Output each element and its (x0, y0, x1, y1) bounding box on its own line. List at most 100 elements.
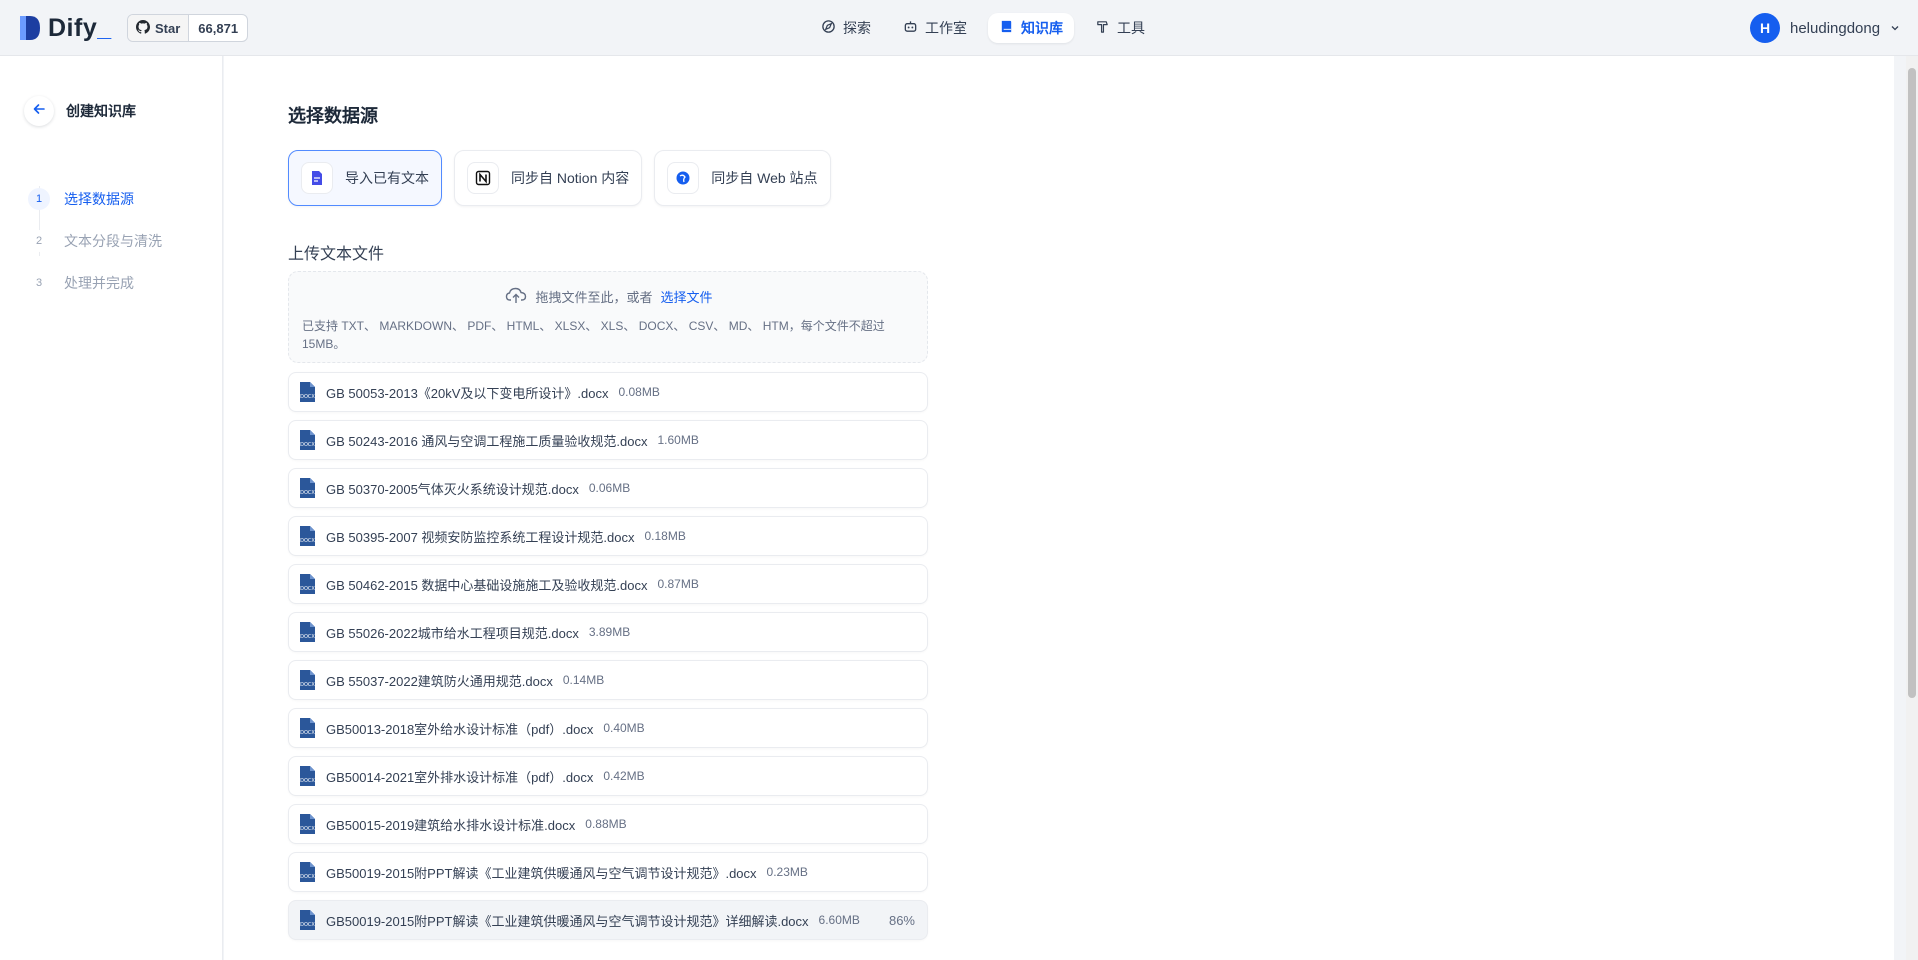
robot-icon (903, 19, 918, 37)
file-name: GB 55037-2022建筑防火通用规范.docx (326, 673, 553, 689)
nav-label: 工作室 (925, 20, 967, 36)
file-name: GB 50053-2013《20kV及以下变电所设计》.docx (326, 385, 609, 401)
file-item[interactable]: DOCX GB50019-2015附PPT解读《工业建筑供暖通风与空气调节设计规范… (288, 900, 928, 940)
source-notion[interactable]: 同步自 Notion 内容 (454, 150, 643, 206)
top-header: Dify_ Star 66,871 探索 工作室 知识库 工具 H heludi… (0, 0, 1918, 56)
file-name: GB50014-2021室外排水设计标准（pdf）.docx (326, 769, 594, 785)
file-size: 0.23MB (766, 865, 808, 879)
select-file-link[interactable]: 选择文件 (661, 287, 713, 306)
nav-knowledge[interactable]: 知识库 (988, 13, 1074, 43)
nav-explore[interactable]: 探索 (810, 13, 882, 43)
file-size: 0.18MB (644, 529, 686, 543)
file-item[interactable]: DOCX GB 55037-2022建筑防火通用规范.docx 0.14MB (288, 660, 928, 700)
svg-text:DOCX: DOCX (300, 586, 315, 592)
nav-label: 知识库 (1021, 20, 1063, 36)
file-list: DOCX GB 50053-2013《20kV及以下变电所设计》.docx 0.08… (288, 372, 928, 948)
github-star-count[interactable]: 66,871 (189, 15, 247, 41)
file-size: 6.60MB (818, 913, 860, 927)
main-content: 选择数据源 导入已有文本 同步自 Notion 内容 同步自 Web 站点 上传… (224, 56, 1894, 960)
hammer-icon (1095, 19, 1110, 37)
file-item[interactable]: DOCX GB 50370-2005气体灭火系统设计规范.docx 0.06MB (288, 468, 928, 508)
file-name: GB 50462-2015 数据中心基础设施施工及验收规范.docx (326, 577, 648, 593)
scrollbar-thumb[interactable] (1908, 68, 1916, 698)
source-label: 同步自 Web 站点 (711, 170, 818, 186)
step-label: 文本分段与清洗 (64, 233, 162, 249)
back-row: 创建知识库 (24, 96, 136, 126)
back-button[interactable] (24, 96, 54, 126)
chevron-down-icon (1890, 20, 1900, 37)
docx-file-icon: DOCX (299, 621, 316, 643)
svg-text:DOCX: DOCX (300, 538, 315, 544)
docx-file-icon: DOCX (299, 381, 316, 403)
svg-text:DOCX: DOCX (300, 682, 315, 688)
sidebar-title: 创建知识库 (66, 103, 136, 119)
file-name: GB 55026-2022城市给水工程项目规范.docx (326, 625, 579, 641)
source-web[interactable]: 同步自 Web 站点 (654, 150, 831, 206)
steps-sidebar: 创建知识库 1 选择数据源 2 文本分段与清洗 3 处理并完成 (0, 56, 223, 960)
file-item[interactable]: DOCX GB 50395-2007 视频安防监控系统工程设计规范.docx 0.1… (288, 516, 928, 556)
file-size: 1.60MB (657, 433, 699, 447)
file-name: GB50013-2018室外给水设计标准（pdf）.docx (326, 721, 594, 737)
svg-text:DOCX: DOCX (300, 394, 315, 400)
document-icon (301, 162, 333, 194)
user-menu[interactable]: H heludingdong (1750, 13, 1900, 43)
svg-text:DOCX: DOCX (300, 826, 315, 832)
file-item[interactable]: DOCX GB50015-2019建筑给水排水设计标准.docx 0.88MB (288, 804, 928, 844)
nav-label: 探索 (843, 20, 871, 36)
docx-file-icon: DOCX (299, 669, 316, 691)
avatar: H (1750, 13, 1780, 43)
nav-studio[interactable]: 工作室 (892, 13, 978, 43)
svg-text:DOCX: DOCX (300, 442, 315, 448)
docx-file-icon: DOCX (299, 717, 316, 739)
file-name: GB 50370-2005气体灭火系统设计规范.docx (326, 481, 579, 497)
svg-text:DOCX: DOCX (300, 634, 315, 640)
page-scrollbar[interactable] (1906, 56, 1918, 960)
file-item[interactable]: DOCX GB 50462-2015 数据中心基础设施施工及验收规范.docx 0.… (288, 564, 928, 604)
nav-tools[interactable]: 工具 (1084, 13, 1156, 43)
step-process: 3 处理并完成 (28, 262, 162, 304)
docx-file-icon: DOCX (299, 909, 316, 931)
notion-icon (467, 162, 499, 194)
upload-progress: 86% (888, 912, 915, 928)
source-import-text[interactable]: 导入已有文本 (288, 150, 442, 206)
file-dropzone[interactable]: 拖拽文件至此，或者 选择文件 已支持 TXT、 MARKDOWN、 PDF、 H… (288, 271, 928, 363)
file-item[interactable]: DOCX GB50013-2018室外给水设计标准（pdf）.docx 0.40MB (288, 708, 928, 748)
file-item[interactable]: DOCX GB50019-2015附PPT解读《工业建筑供暖通风与空气调节设计规范… (288, 852, 928, 892)
file-item[interactable]: DOCX GB50014-2021室外排水设计标准（pdf）.docx 0.42MB (288, 756, 928, 796)
github-star-widget[interactable]: Star 66,871 (127, 14, 249, 42)
step-select-source: 1 选择数据源 (28, 178, 162, 220)
github-icon (136, 19, 150, 37)
upload-cloud-icon (505, 286, 527, 307)
logo-text: Dify_ (48, 13, 112, 42)
svg-text:DOCX: DOCX (300, 874, 315, 880)
file-size: 0.08MB (618, 385, 660, 399)
docx-file-icon: DOCX (299, 525, 316, 547)
file-size: 3.89MB (588, 625, 631, 639)
file-item[interactable]: DOCX GB 55026-2022城市给水工程项目规范.docx 3.89MB (288, 612, 928, 652)
docx-file-icon: DOCX (299, 813, 316, 835)
main-nav: 探索 工作室 知识库 工具 (810, 13, 1156, 43)
step-label: 选择数据源 (64, 191, 134, 207)
file-item[interactable]: DOCX GB 50053-2013《20kV及以下变电所设计》.docx 0.08… (288, 372, 928, 412)
file-size: 0.06MB (588, 481, 631, 495)
svg-text:DOCX: DOCX (300, 778, 315, 784)
step-number: 1 (28, 188, 50, 210)
docx-file-icon: DOCX (299, 765, 316, 787)
file-item[interactable]: DOCX GB 50243-2016 通风与空调工程施工质量验收规范.docx 1.… (288, 420, 928, 460)
dify-logo[interactable]: Dify_ (18, 14, 112, 42)
nav-label: 工具 (1117, 20, 1145, 36)
github-star-button[interactable]: Star (128, 15, 190, 41)
page-title: 选择数据源 (288, 106, 378, 126)
steps-list: 1 选择数据源 2 文本分段与清洗 3 处理并完成 (28, 178, 162, 304)
file-name: GB50019-2015附PPT解读《工业建筑供暖通风与空气调节设计规范》.do… (326, 865, 757, 881)
source-label: 同步自 Notion 内容 (511, 170, 630, 186)
source-label: 导入已有文本 (345, 170, 429, 186)
book-icon (999, 19, 1014, 37)
file-name: GB50015-2019建筑给水排水设计标准.docx (326, 817, 576, 833)
upload-section-title: 上传文本文件 (288, 246, 385, 263)
step-label: 处理并完成 (64, 275, 134, 291)
web-icon (667, 162, 700, 194)
file-size: 0.88MB (585, 817, 627, 831)
docx-file-icon: DOCX (299, 861, 316, 883)
step-segment: 2 文本分段与清洗 (28, 220, 162, 262)
